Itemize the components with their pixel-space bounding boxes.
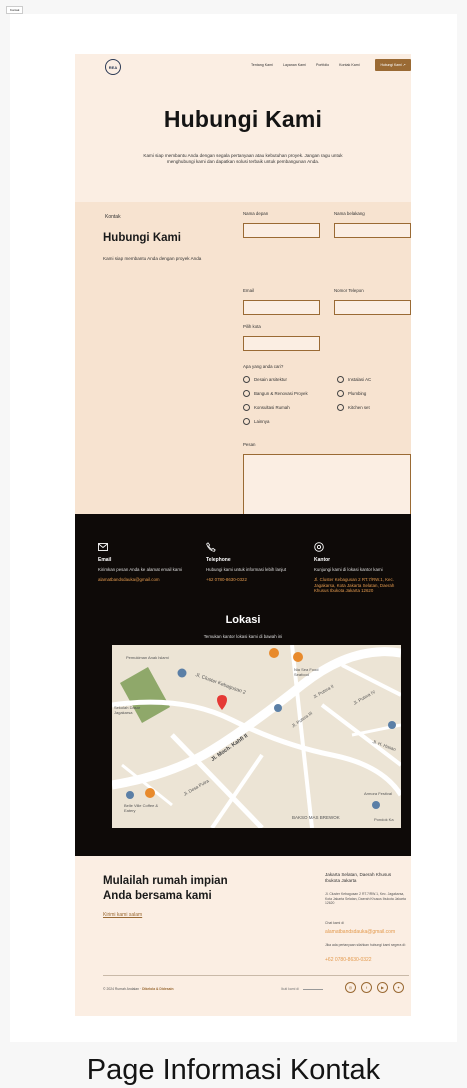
map-label: Pondok Ka [374, 817, 394, 822]
question-label: Apa yang anda cari? [243, 364, 284, 369]
contact-info-section: Email Kirimkan pesan Anda ke alamat emai… [75, 514, 411, 856]
phone-desc: Hubungi kami untuk informasi lebih lanju… [206, 567, 287, 572]
youtube-icon[interactable]: ▶ [377, 982, 388, 993]
footer-address: Jakarta Selatan, Daerah Khusus Ibukota J… [325, 872, 392, 883]
location-title: Lokasi [225, 614, 261, 626]
first-name-input[interactable] [243, 223, 320, 238]
city-label: Pilih kota [243, 324, 261, 329]
phone-icon [206, 542, 216, 552]
map-label: Belle Ville Coffee & Eatery [124, 803, 159, 813]
option-consultation[interactable]: Konsultasi Rumah [243, 404, 290, 411]
email-link[interactable]: alamatbandsdauka@gmail.com [98, 577, 194, 583]
nav-links: Tentang Kami Layanan Kami Portfolio Kont… [251, 63, 360, 67]
email-input[interactable] [243, 300, 320, 315]
nav-link-portfolio[interactable]: Portfolio [316, 63, 329, 67]
contact-page: REA Tentang Kami Layanan Kami Portfolio … [75, 54, 411, 1016]
designer-credit[interactable]: Dikelola & Didesain [142, 987, 173, 991]
radio-icon [337, 376, 344, 383]
phone-label: Nomor Telepon [334, 288, 364, 293]
radio-icon [337, 390, 344, 397]
option-plumbing[interactable]: Plumbing [337, 390, 366, 397]
caption-title: Page Informasi Kontak [86, 1054, 381, 1086]
page-frame: REA Tentang Kami Layanan Kami Portfolio … [10, 14, 457, 1042]
first-name-label: Nama depan [243, 211, 269, 216]
section-label: Kontak [105, 214, 121, 220]
cta-link[interactable]: Kirimi kami salam [103, 912, 142, 918]
option-label: Lainnya [254, 419, 270, 424]
phone-title: Telephone [206, 557, 231, 563]
location-pin-icon [314, 542, 324, 552]
message-textarea[interactable] [243, 454, 411, 518]
follow-us: Ikuti kami di [281, 987, 323, 991]
option-architecture[interactable]: Desain arsitektur [243, 376, 287, 383]
instagram-icon[interactable]: ◎ [345, 982, 356, 993]
office-address[interactable]: Jl. Cluster Kebagusan 2 RT.7/RW.1, Kec. … [314, 577, 410, 594]
option-kitchen[interactable]: Kitchen set [337, 404, 370, 411]
form-section: Kontak Hubungi Kami Kami siap membantu A… [75, 202, 411, 542]
office-column: Kantor Kunjungi kami di lokasi kantor ka… [314, 542, 410, 594]
phone-link[interactable]: +62 0780-8630-0322 [206, 577, 302, 583]
option-label: Bangun & Renovasi Proyek [254, 391, 308, 396]
section-text: Kami siap membantu Anda dengan proyek An… [103, 256, 202, 261]
top-nav: REA Tentang Kami Layanan Kami Portfolio … [75, 54, 411, 82]
email-column: Email Kirimkan pesan Anda ke alamat emai… [98, 542, 194, 583]
copyright-text: © 2024 Rumah Andalan [103, 987, 140, 991]
facebook-icon[interactable]: f [361, 982, 372, 993]
option-label: Kitchen set [348, 405, 370, 410]
footer-divider [103, 975, 409, 976]
map-label: BAKSO MAS BREWOK [292, 815, 340, 820]
office-desc: Kunjungi kami di lokasi kantor kami [314, 567, 383, 572]
city-select[interactable] [243, 336, 320, 351]
follow-label: Ikuti kami di [281, 987, 299, 991]
twitter-icon[interactable]: ✦ [393, 982, 404, 993]
radio-icon [243, 390, 250, 397]
email-desc: Kirimkan pesan Anda ke alamat email kami [98, 567, 182, 572]
last-name-label: Nama belakang [334, 211, 365, 216]
option-label: Plumbing [348, 391, 367, 396]
radio-icon [243, 376, 250, 383]
cta-title: Mulailah rumah impian Anda bersama kami [103, 875, 228, 902]
footer-address-detail: Jl. Cluster Kebagusan 2 RT.7/RW.1, Kec. … [325, 892, 406, 905]
footer-phone[interactable]: +62 0780-8630-0322 [325, 957, 372, 963]
nav-cta-label: Hubungi Kami [380, 63, 402, 67]
map-label: Armora Festival [364, 791, 393, 796]
radio-icon [243, 418, 250, 425]
radio-icon [337, 404, 344, 411]
phone-column: Telephone Hubungi kami untuk informasi l… [206, 542, 302, 583]
email-title: Email [98, 557, 112, 563]
section-title: Hubungi Kami [103, 232, 181, 244]
map-label: Sekolah Dasar Jagakarsa [114, 705, 141, 715]
mail-icon [98, 543, 108, 551]
footer-email[interactable]: alamatbandsdauka@gmail.com [325, 929, 395, 935]
radio-icon [243, 404, 250, 411]
map-embed[interactable]: Pemukiman Anak Islami Nia Sea Food Seafo… [112, 645, 401, 828]
copyright: © 2024 Rumah Andalan · Dikelola & Didesa… [103, 987, 174, 991]
map-label: Nia Sea Food Seafood [294, 667, 319, 677]
phone-input[interactable] [334, 300, 411, 315]
office-title: Kantor [314, 557, 331, 563]
email-label: Email [243, 288, 254, 293]
hero-subtitle: Kami siap membantu Anda dengan segala pe… [143, 153, 343, 164]
location-subtitle: Temukan kantor lokasi kami di bawah ini [203, 634, 283, 639]
map-label: Pemukiman Anak Islami [126, 655, 169, 660]
last-name-input[interactable] [334, 223, 411, 238]
social-links: ◎ f ▶ ✦ [345, 982, 404, 993]
option-label: Desain arsitektur [254, 377, 287, 382]
footer-phone-label: Jika ada pertanyaan silahkan hubungi kam… [325, 943, 406, 947]
nav-link-contact[interactable]: Kontak Kami [339, 63, 359, 67]
message-label: Pesan [243, 442, 256, 447]
option-other[interactable]: Lainnya [243, 418, 269, 425]
tab-label[interactable]: Kontak [6, 6, 24, 14]
option-ac[interactable]: Instalasi AC [337, 376, 371, 383]
option-build-renovate[interactable]: Bangun & Renovasi Proyek [243, 390, 308, 397]
nav-link-about[interactable]: Tentang Kami [251, 63, 273, 67]
option-label: Konsultasi Rumah [254, 405, 290, 410]
map-canvas[interactable] [112, 645, 401, 828]
nav-cta-button[interactable]: Hubungi Kami ↗ [375, 59, 411, 71]
footer-email-label: Chat kami di [325, 921, 344, 925]
hero-title: Hubungi Kami [163, 106, 323, 132]
nav-link-services[interactable]: Layanan Kami [283, 63, 306, 67]
logo[interactable]: REA [105, 59, 121, 75]
option-label: Instalasi AC [348, 377, 372, 382]
